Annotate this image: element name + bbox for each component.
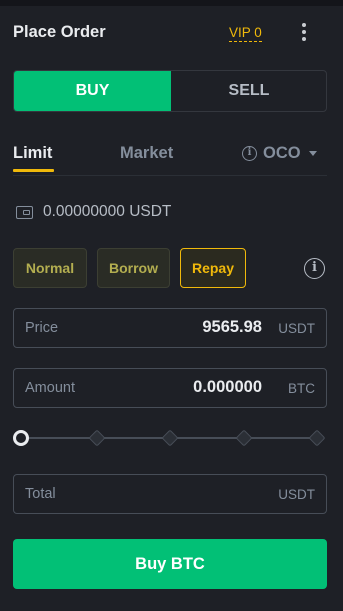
amount-input[interactable]: Amount 0.000000 BTC bbox=[13, 368, 327, 408]
order-type-tabs: Limit Market i OCO bbox=[13, 140, 327, 176]
buy-tab-button[interactable]: BUY bbox=[14, 71, 171, 111]
borrow-mode-button[interactable]: Borrow bbox=[97, 248, 170, 288]
buy-btc-button[interactable]: Buy BTC bbox=[13, 539, 327, 589]
normal-mode-button[interactable]: Normal bbox=[13, 248, 87, 288]
buy-sell-toggle: BUY SELL bbox=[13, 70, 327, 112]
repay-mode-button[interactable]: Repay bbox=[180, 248, 246, 288]
total-label: Total bbox=[25, 486, 56, 502]
amount-percent-slider[interactable] bbox=[13, 428, 327, 448]
slider-handle[interactable] bbox=[13, 430, 29, 446]
total-input[interactable]: Total USDT bbox=[13, 474, 327, 514]
top-divider bbox=[0, 0, 343, 6]
tab-market[interactable]: Market bbox=[120, 144, 173, 163]
tab-limit[interactable]: Limit bbox=[13, 144, 55, 172]
slider-step-50[interactable] bbox=[161, 429, 179, 447]
total-unit: USDT bbox=[278, 487, 315, 502]
vip-level-link[interactable]: VIP 0 bbox=[229, 25, 262, 42]
wallet-icon bbox=[16, 205, 33, 219]
slider-step-75[interactable] bbox=[235, 429, 253, 447]
order-header: Place Order VIP 0 bbox=[13, 22, 331, 46]
kebab-menu-icon[interactable] bbox=[301, 23, 307, 45]
price-unit: USDT bbox=[278, 321, 315, 336]
price-input[interactable]: Price 9565.98 USDT bbox=[13, 308, 327, 348]
tab-oco[interactable]: i OCO bbox=[242, 144, 317, 163]
amount-label: Amount bbox=[25, 380, 75, 396]
price-value[interactable]: 9565.98 bbox=[202, 318, 262, 337]
amount-unit: BTC bbox=[288, 381, 315, 396]
balance-value: 0.00000000 USDT bbox=[43, 203, 172, 220]
tab-oco-label: OCO bbox=[263, 144, 301, 162]
panel-title: Place Order bbox=[13, 23, 106, 41]
sell-tab-button[interactable]: SELL bbox=[171, 71, 326, 111]
available-balance: 0.00000000 USDT bbox=[16, 203, 171, 221]
slider-step-100[interactable] bbox=[308, 429, 326, 447]
price-label: Price bbox=[25, 320, 59, 336]
info-icon[interactable]: i bbox=[304, 258, 325, 279]
chevron-down-icon bbox=[308, 151, 317, 156]
amount-value[interactable]: 0.000000 bbox=[193, 378, 262, 397]
info-icon[interactable]: i bbox=[242, 146, 257, 161]
slider-step-25[interactable] bbox=[88, 429, 106, 447]
